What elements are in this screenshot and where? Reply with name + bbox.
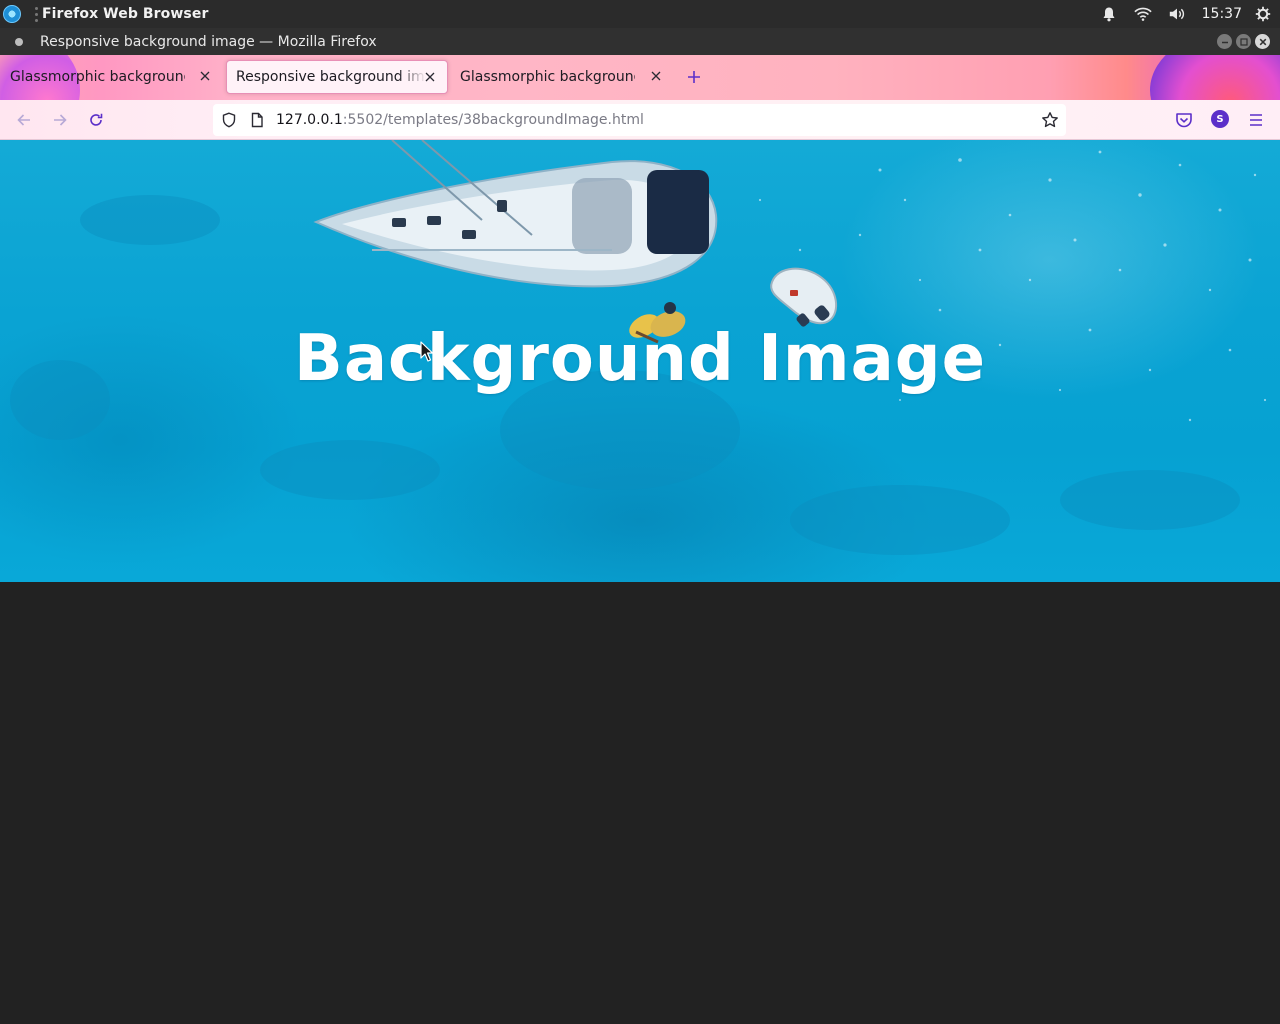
- new-tab-button[interactable]: [684, 67, 704, 87]
- system-top-panel: Firefox Web Browser 15:37: [0, 0, 1280, 28]
- hero-background-image: Background Image: [0, 140, 1280, 582]
- tab-label: Glassmorphic background: [10, 69, 185, 85]
- close-window-icon[interactable]: [1255, 34, 1270, 49]
- wifi-icon[interactable]: [1133, 5, 1152, 23]
- window-menu-icon[interactable]: [15, 37, 23, 46]
- power-settings-icon[interactable]: [1254, 5, 1272, 23]
- system-tray: 15:37: [1100, 0, 1280, 28]
- window-titlebar[interactable]: Responsive background image — Mozilla Fi…: [0, 28, 1280, 55]
- hamburger-menu-icon: [1250, 114, 1262, 126]
- close-tab-icon[interactable]: [423, 70, 437, 84]
- page-empty-area: [0, 582, 1280, 1024]
- page-info-icon[interactable]: [249, 112, 265, 128]
- url-path: :5502/templates/38backgroundImage.html: [342, 112, 644, 128]
- arrow-left-icon: [17, 114, 30, 126]
- back-button[interactable]: [12, 108, 36, 132]
- account-avatar[interactable]: S: [1211, 110, 1229, 128]
- navigation-toolbar: 127.0.0.1:5502/templates/38backgroundIma…: [0, 100, 1280, 140]
- window-title: Responsive background image — Mozilla Fi…: [40, 33, 377, 50]
- tab-label: Glassmorphic background: [460, 69, 635, 85]
- close-tab-icon[interactable]: [198, 69, 212, 83]
- volume-icon[interactable]: [1168, 5, 1186, 23]
- maximize-icon[interactable]: [1236, 34, 1251, 49]
- tab-responsive-background-image[interactable]: Responsive background image: [226, 60, 448, 94]
- url-host: 127.0.0.1: [276, 112, 343, 128]
- bookmark-star-icon[interactable]: [1041, 111, 1059, 129]
- close-tab-icon[interactable]: [649, 69, 663, 83]
- clock[interactable]: 15:37: [1202, 6, 1242, 22]
- hero-title: Background Image: [294, 322, 986, 396]
- pocket-icon[interactable]: [1174, 110, 1194, 130]
- url-text[interactable]: 127.0.0.1:5502/templates/38backgroundIma…: [276, 112, 644, 128]
- tab-label: Responsive background image: [236, 69, 426, 85]
- tracking-protection-shield-icon[interactable]: [221, 112, 237, 128]
- app-menu-button[interactable]: [1246, 110, 1266, 130]
- forward-button[interactable]: [48, 108, 72, 132]
- panel-separator-icon: [33, 5, 39, 23]
- theme-decoration: [1150, 55, 1280, 100]
- window-controls: [1217, 34, 1270, 49]
- app-menu-label[interactable]: Firefox Web Browser: [42, 6, 208, 22]
- reload-button[interactable]: [84, 108, 108, 132]
- url-bar[interactable]: 127.0.0.1:5502/templates/38backgroundIma…: [213, 104, 1066, 136]
- mouse-cursor-icon: [420, 341, 434, 362]
- tab-glassmorphic-background[interactable]: Glassmorphic background: [0, 60, 222, 94]
- tab-strip: Glassmorphic background Responsive backg…: [0, 55, 1280, 100]
- minimize-icon[interactable]: [1217, 34, 1232, 49]
- sailboat-image: [313, 140, 718, 288]
- plus-icon: [688, 71, 700, 83]
- arrow-right-icon: [54, 114, 67, 126]
- activities-icon[interactable]: [3, 5, 21, 23]
- notification-bell-icon[interactable]: [1100, 5, 1118, 23]
- tab-glassmorphic-background-2[interactable]: Glassmorphic background: [451, 60, 673, 94]
- reload-icon: [90, 113, 103, 126]
